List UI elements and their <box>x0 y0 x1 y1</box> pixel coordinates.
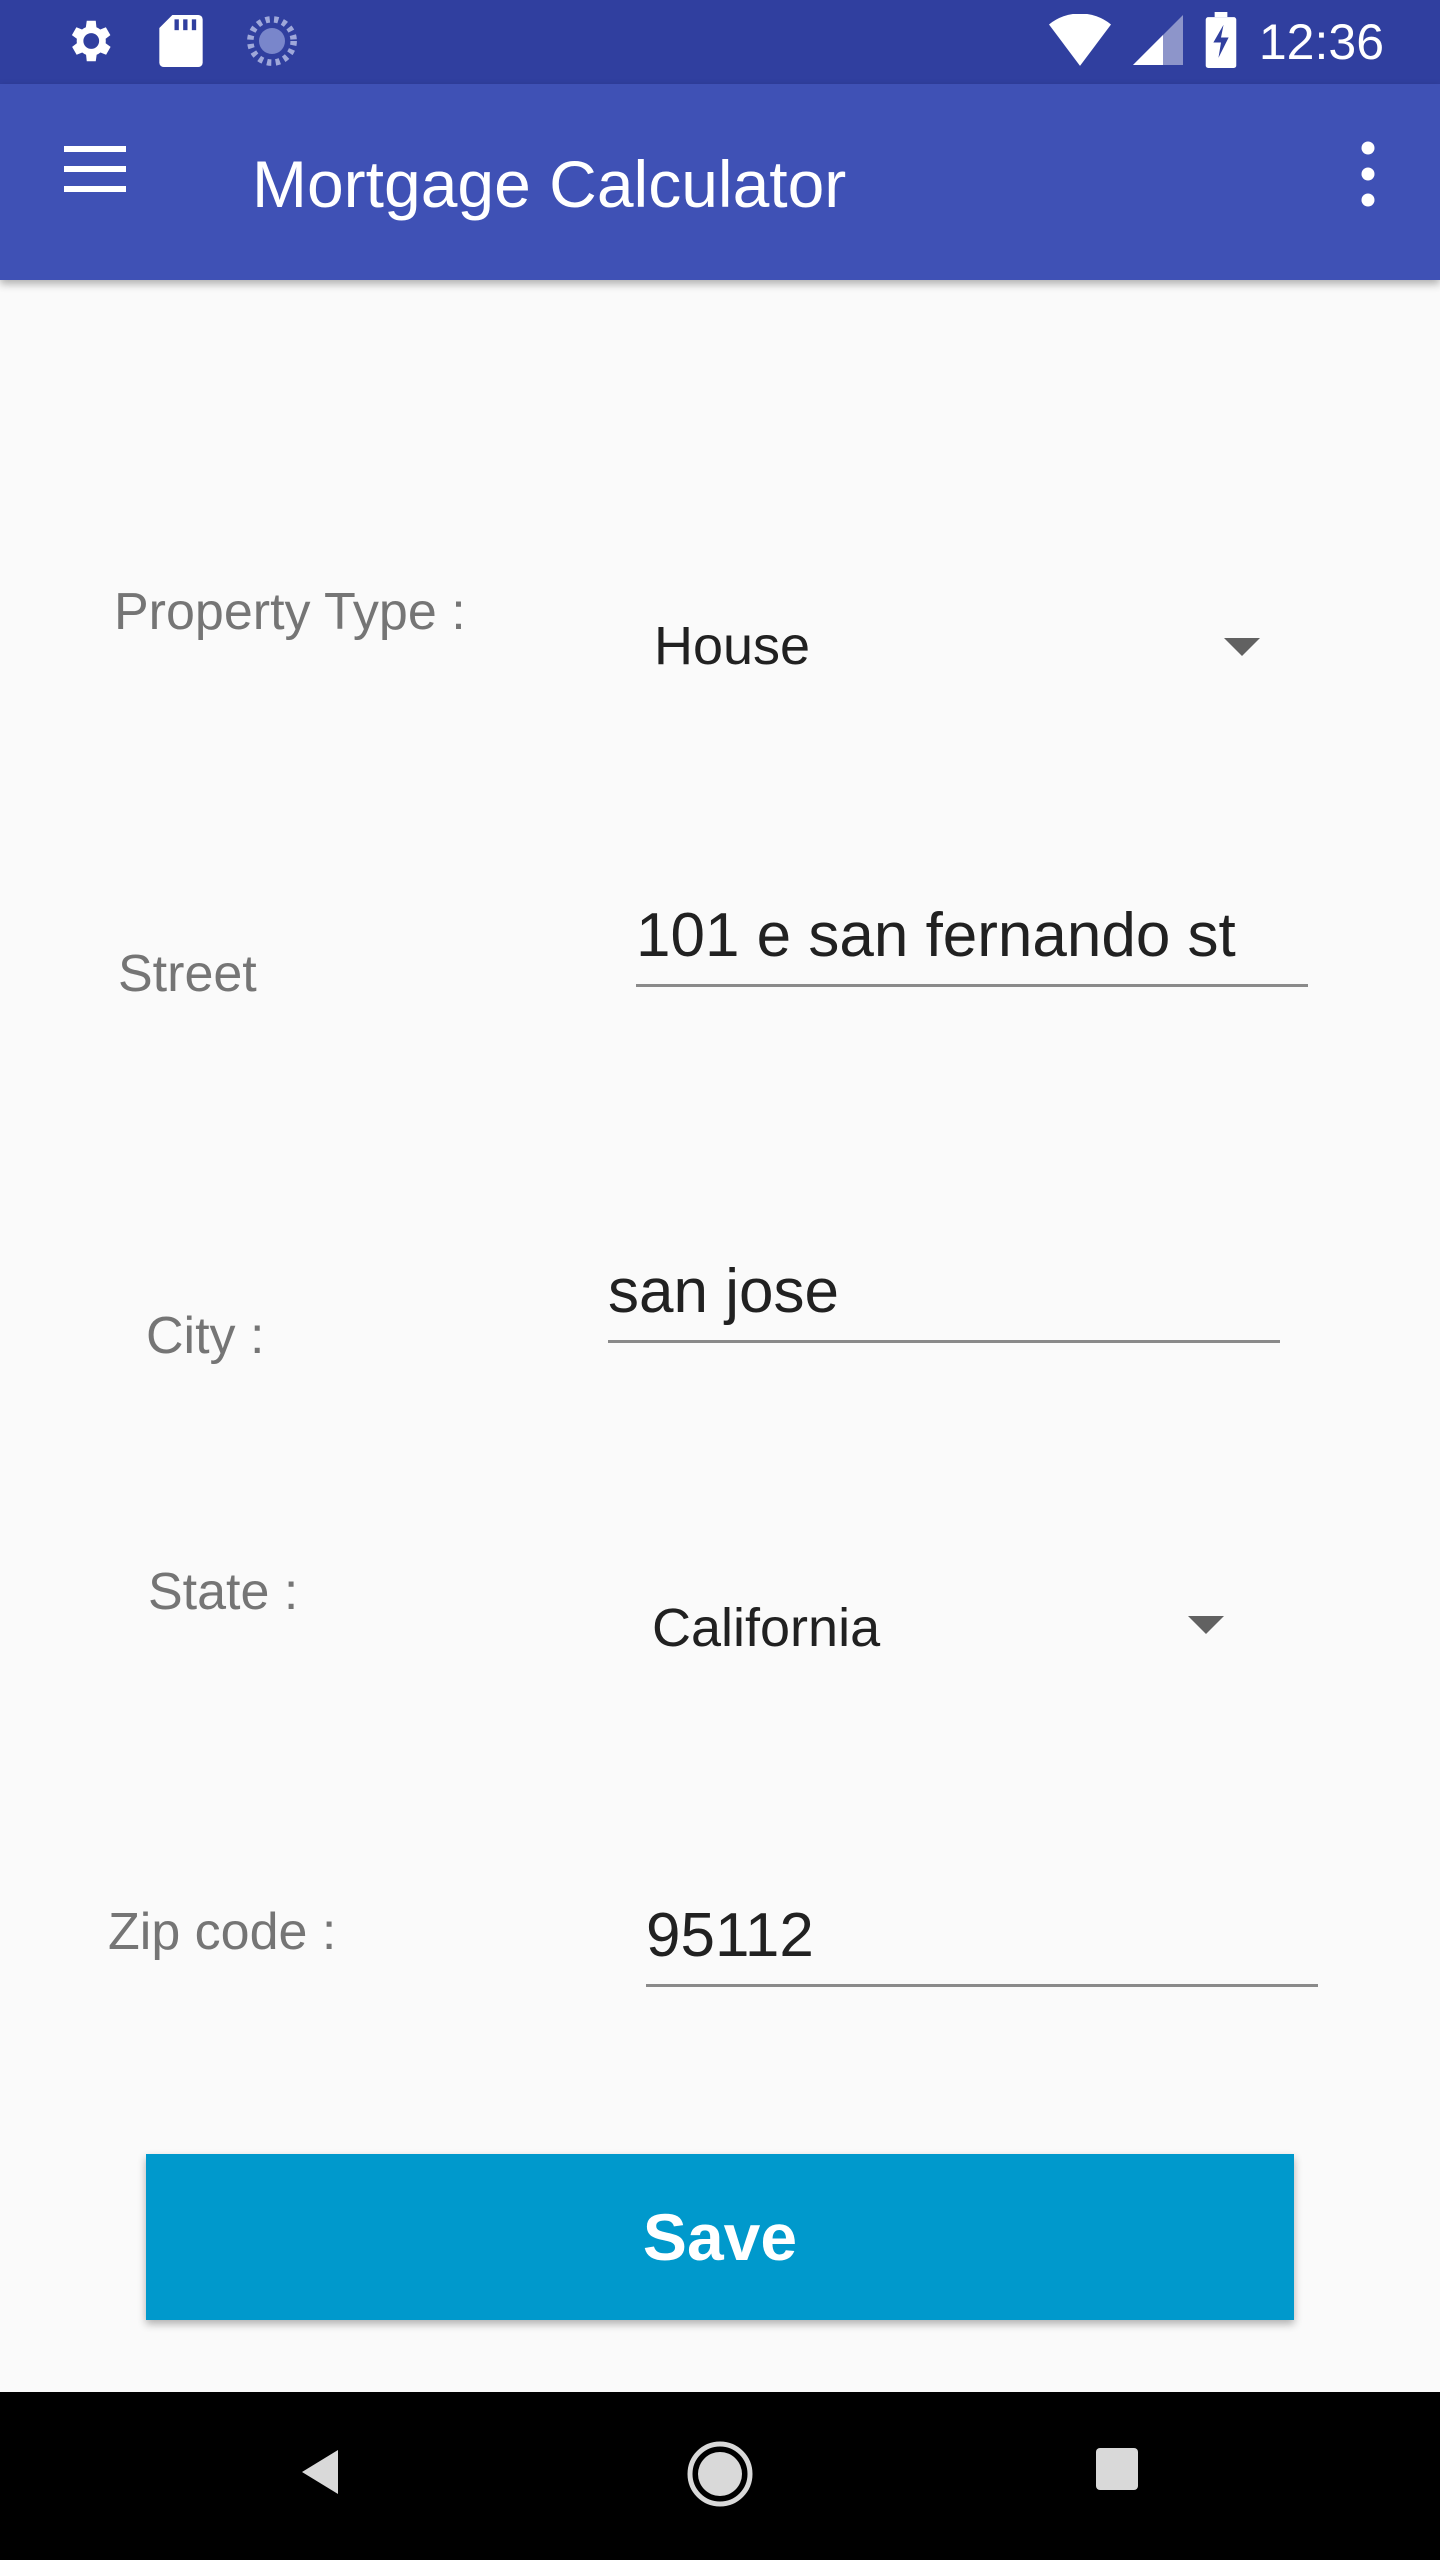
zip-code-input[interactable] <box>646 1898 1318 1974</box>
battery-charging-icon <box>1205 11 1237 73</box>
sd-card-icon <box>158 15 204 72</box>
status-bar: 12:36 <box>0 0 1440 84</box>
city-label: City : <box>146 1307 265 1365</box>
city-field[interactable] <box>608 1254 1280 1343</box>
app-bar: Mortgage Calculator <box>0 84 1440 280</box>
home-icon[interactable] <box>684 2438 756 2515</box>
state-value: California <box>652 1598 881 1658</box>
property-type-value: House <box>654 616 811 676</box>
zip-code-field[interactable] <box>646 1898 1318 1987</box>
dropdown-arrow-icon <box>1224 638 1260 656</box>
zip-code-label: Zip code : <box>108 1903 337 1961</box>
property-type-label: Property Type : <box>114 583 466 641</box>
state-label: State : <box>148 1563 299 1621</box>
navigation-bar <box>0 2392 1440 2560</box>
dropdown-arrow-icon <box>1188 1616 1224 1634</box>
wifi-icon <box>1048 12 1111 71</box>
more-options-icon[interactable] <box>1348 136 1388 216</box>
state-spinner[interactable]: California <box>652 1578 1272 1678</box>
menu-icon[interactable] <box>60 140 136 216</box>
street-field[interactable] <box>636 898 1308 987</box>
cell-signal-icon <box>1132 14 1183 71</box>
city-input[interactable] <box>608 1254 1280 1330</box>
save-button[interactable]: Save <box>146 2154 1294 2320</box>
recents-icon[interactable] <box>1094 2446 1140 2497</box>
property-type-spinner[interactable]: House <box>654 596 1274 696</box>
back-icon[interactable] <box>290 2442 350 2507</box>
app-title: Mortgage Calculator <box>252 147 847 221</box>
sync-icon <box>246 15 298 72</box>
street-input[interactable] <box>636 898 1308 974</box>
gear-icon <box>62 14 116 73</box>
street-label: Street <box>118 945 257 1003</box>
status-time: 12:36 <box>1258 14 1384 70</box>
